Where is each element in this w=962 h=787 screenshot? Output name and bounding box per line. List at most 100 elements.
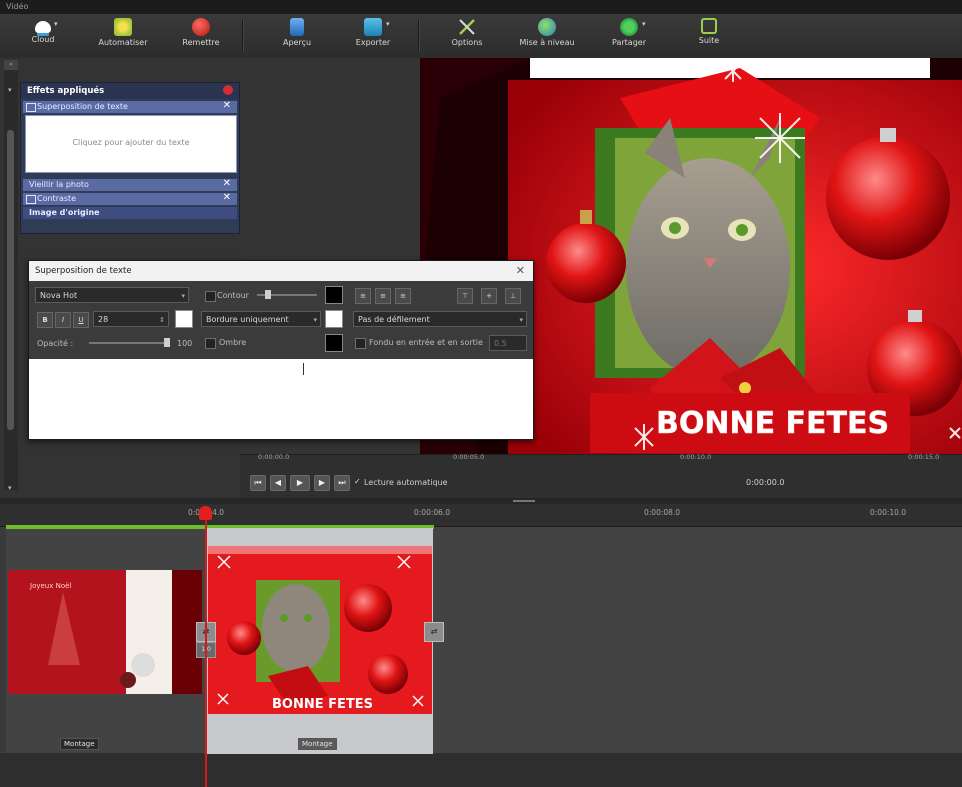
valign-middle-icon[interactable]: + [481,288,497,304]
remove-all-effects-icon[interactable] [223,85,233,95]
svg-text:Joyeux Noël: Joyeux Noël [29,582,71,590]
preview-timecode: 0:00:10.0 [680,453,712,461]
fade-checkbox[interactable] [355,338,366,349]
preview-timecode: 0:00:00.0 [258,453,290,461]
splitter-grip[interactable] [513,500,535,502]
left-panel-scrollbar[interactable] [4,70,18,490]
clip-thumbnail[interactable]: Joyeux Noël [8,570,202,694]
effect-item-old-photo[interactable]: Vieillir la photo ✕ [23,178,237,191]
panel-collapse-handle[interactable]: « [4,60,18,70]
shadow-label: Ombre [219,338,247,347]
preview-button[interactable]: Aperçu [262,16,332,56]
contour-slider-thumb[interactable] [265,290,271,299]
share-label: Partager [612,38,646,47]
font-name: Nova Hot [40,291,78,300]
align-center-icon[interactable]: ≡ [375,288,391,304]
preview-timecode: 0:00:15.0 [908,453,940,461]
effect-label: Image d'origine [29,208,100,217]
playhead-line[interactable] [205,508,207,787]
collapse-box-icon[interactable] [26,103,36,112]
italic-button[interactable]: I [55,312,71,328]
player-bar: 0:00:00.0 0:00:05.0 0:00:10.0 0:00:15.0 … [240,453,962,499]
fade-duration-field[interactable]: 0.5 [489,335,527,351]
valign-bottom-icon[interactable]: ⊥ [505,288,521,304]
preview-icon [290,18,304,36]
autoplay-checkbox[interactable]: ✓ [354,477,361,486]
overlay-text-input[interactable] [29,359,533,439]
options-button[interactable]: Options [432,16,502,56]
step-forward-button[interactable]: ▶ [314,475,330,491]
window-title: Vidéo [6,2,29,11]
expand-arrow-icon[interactable]: ▾ [8,484,12,492]
font-size-field[interactable]: 28 ⇕ [93,311,169,327]
collapse-box-icon[interactable] [26,195,36,204]
fill-mode-select[interactable]: Bordure uniquement ▾ [201,311,321,327]
close-icon[interactable]: ✕ [516,264,525,277]
transition-icon[interactable]: ⇄ [424,622,444,642]
clip-1-image: Joyeux Noël [8,570,202,694]
reset-button[interactable]: Remettre [166,16,236,56]
effect-item-contrast[interactable]: Contraste ✕ [23,192,237,205]
export-label: Exporter [355,38,391,47]
effect-label: Contraste [37,194,77,203]
close-icon[interactable]: ✕ [223,100,231,111]
clip-thumbnail[interactable]: BONNE FETES [208,546,432,714]
shadow-checkbox[interactable] [205,338,216,349]
scroll-mode-select[interactable]: Pas de défilement ▾ [353,311,527,327]
share-button[interactable]: ▾ Partager [594,16,664,56]
opacity-slider-thumb[interactable] [164,338,170,347]
playhead-handle[interactable] [199,506,212,520]
align-right-icon[interactable]: ≡ [395,288,411,304]
audio-track [0,753,962,787]
valign-top-icon[interactable]: ⊤ [457,288,473,304]
go-to-end-button[interactable]: ⏭ [334,475,350,491]
suite-icon [701,18,717,34]
cloud-label: Cloud [31,35,55,44]
automate-label: Automatiser [98,38,148,47]
align-left-icon[interactable]: ≡ [355,288,371,304]
underline-button[interactable]: U [73,312,89,328]
cloud-button[interactable]: ▾ Cloud [8,16,78,56]
ruler-label: 0:00:10.0 [870,508,907,517]
bold-button[interactable]: B [37,312,53,328]
preview-caption: BONNE FETES [656,406,889,441]
font-select[interactable]: Nova Hot ▾ [35,287,189,303]
cloud-icon [35,21,51,33]
contour-checkbox[interactable] [205,291,216,302]
shadow-color-swatch[interactable] [325,334,343,352]
suite-button[interactable]: Suite [674,16,744,56]
close-icon[interactable]: ✕ [223,192,231,203]
autoplay-label: Lecture automatique [364,478,448,487]
options-label: Options [451,38,483,47]
timeline-ruler[interactable]: 0:00:04.0 0:00:06.0 0:00:08.0 0:00:10.0 [0,504,962,527]
close-icon[interactable]: ✕ [223,178,231,189]
preview-label: Aperçu [282,38,312,47]
contour-color-swatch[interactable] [325,286,343,304]
dialog-title-bar: Superposition de texte ✕ [29,261,533,281]
automate-button[interactable]: Automatiser [88,16,158,56]
collapse-arrow-icon[interactable]: ▾ [8,86,12,94]
fill-color-swatch[interactable] [325,310,343,328]
chevron-down-icon: ▾ [313,316,317,324]
add-text-area[interactable]: Cliquez pour ajouter du texte [25,115,237,173]
scroll-mode-value: Pas de défilement [358,315,430,324]
fade-duration-value: 0.5 [494,339,507,348]
text-color-swatch[interactable] [175,310,193,328]
effects-title: Effets appliqués [27,86,105,96]
export-button[interactable]: ▾ Exporter [338,16,408,56]
effect-item-original[interactable]: Image d'origine [23,207,237,219]
step-back-button[interactable]: ◀ [270,475,286,491]
suite-label: Suite [698,36,720,45]
effect-item-text-overlay[interactable]: Superposition de texte ✕ [23,100,237,113]
go-to-start-button[interactable]: ⏮ [250,475,266,491]
opacity-label: Opacité : [37,339,74,348]
player-time: 0:00:00.0 [746,478,785,487]
stepper-icon[interactable]: ⇕ [159,312,165,328]
scrollbar-thumb[interactable] [7,130,14,430]
play-button[interactable]: ▶ [290,475,310,491]
effect-label: Vieillir la photo [29,180,89,189]
upgrade-button[interactable]: Mise à niveau [512,16,582,56]
reset-icon [192,18,210,36]
opacity-slider[interactable] [89,342,169,344]
magic-wand-icon [114,18,132,36]
